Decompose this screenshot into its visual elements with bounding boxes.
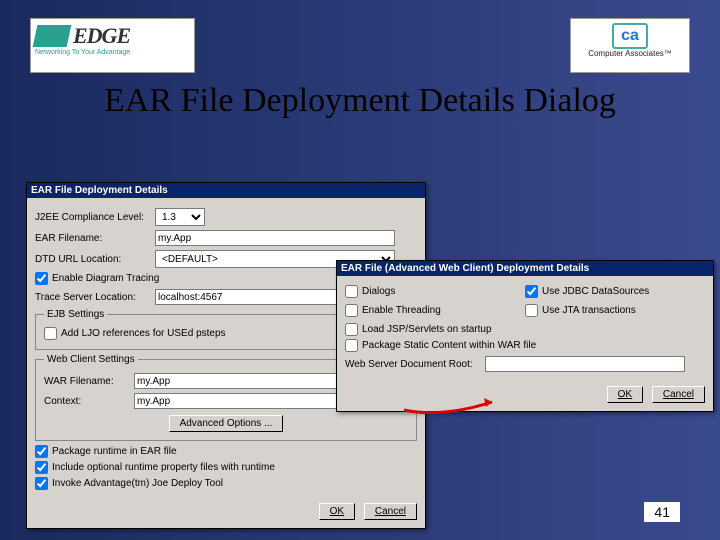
war-filename-label: WAR Filename: [44,376,134,387]
ca-logo-icon: ca [612,23,648,49]
pkg-runtime-checkbox[interactable] [35,445,48,458]
use-jdbc-checkbox[interactable] [525,285,538,298]
slide-number: 41 [644,502,680,522]
edge-tagline: Networking To Your Advantage [35,49,190,56]
main-dialog-title: EAR File Deployment Details [27,183,425,198]
invoke-joe-label: Invoke Advantage(tm) Joe Deploy Tool [52,478,223,489]
use-jdbc-label: Use JDBC DataSources [542,286,649,297]
advanced-options-button[interactable]: Advanced Options ... [169,415,284,432]
trace-server-label: Trace Server Location: [35,292,155,303]
add-ljo-label: Add LJO references for USEd psteps [61,328,226,339]
ejb-legend: EJB Settings [44,309,107,320]
advanced-dialog-title: EAR File (Advanced Web Client) Deploymen… [337,261,713,276]
slide-title: EAR File Deployment Details Dialog [0,82,720,119]
ear-filename-label: EAR Filename: [35,233,155,244]
ear-filename-input[interactable] [155,230,395,246]
add-ljo-checkbox[interactable] [44,327,57,340]
package-static-checkbox[interactable] [345,339,358,352]
load-jsp-checkbox[interactable] [345,323,358,336]
include-optional-checkbox[interactable] [35,461,48,474]
include-optional-label: Include optional runtime property files … [52,462,275,473]
dialogs-checkbox[interactable] [345,285,358,298]
dtd-label: DTD URL Location: [35,254,155,265]
edge-logo-icon [33,25,72,47]
docroot-label: Web Server Document Root: [345,359,485,370]
adv-cancel-button[interactable]: Cancel [652,386,705,403]
load-jsp-label: Load JSP/Servlets on startup [362,324,492,335]
diagram-tracing-checkbox[interactable] [35,272,48,285]
use-jta-label: Use JTA transactions [542,305,636,316]
context-label: Context: [44,396,134,407]
ca-logo-box: ca Computer Associates™ [570,18,690,73]
use-jta-checkbox[interactable] [525,304,538,317]
web-legend: Web Client Settings [44,354,138,365]
dialogs-label: Dialogs [362,286,395,297]
edge-logo-text: EDGE [73,23,130,49]
j2ee-label: J2EE Compliance Level: [35,212,155,223]
diagram-tracing-label: Enable Diagram Tracing [52,273,159,284]
advanced-dialog: EAR File (Advanced Web Client) Deploymen… [336,260,714,412]
j2ee-combo[interactable]: 1.3 [155,208,205,226]
package-static-label: Package Static Content within WAR file [362,340,536,351]
main-ok-button[interactable]: OK [319,503,355,520]
invoke-joe-checkbox[interactable] [35,477,48,490]
adv-ok-button[interactable]: OK [607,386,643,403]
enable-threading-label: Enable Threading [362,305,441,316]
docroot-input[interactable] [485,356,685,372]
enable-threading-checkbox[interactable] [345,304,358,317]
pkg-runtime-label: Package runtime in EAR file [52,446,177,457]
ca-logo-text: Computer Associates™ [573,49,687,58]
edge-logo-box: EDGE Networking To Your Advantage [30,18,195,73]
main-cancel-button[interactable]: Cancel [364,503,417,520]
